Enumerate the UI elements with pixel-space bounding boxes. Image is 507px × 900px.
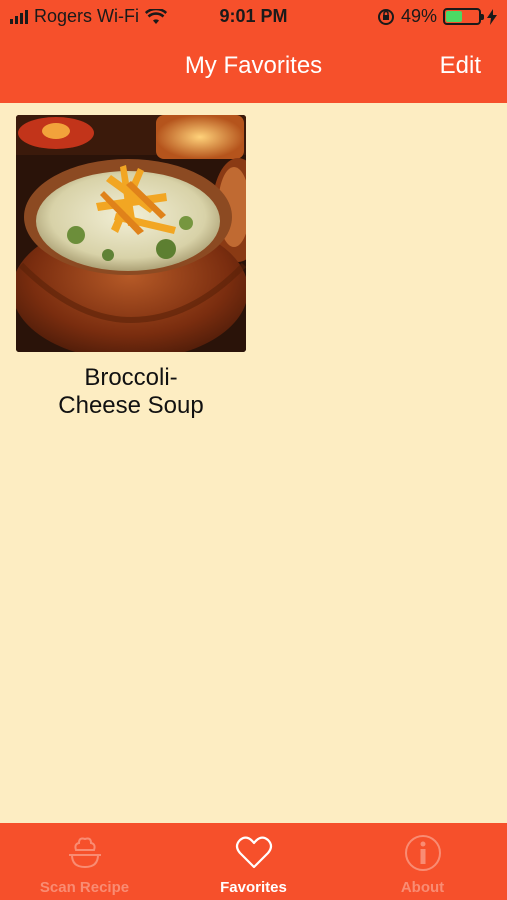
tab-bar: Scan Recipe Favorites About (0, 823, 507, 900)
page-title: My Favorites (184, 52, 323, 79)
tab-favorites[interactable]: Favorites (169, 823, 338, 900)
tab-label-about: About (400, 879, 445, 896)
nav-header: Rogers Wi-Fi 9:01 PM 49% My Favorites Ed… (0, 0, 507, 103)
favorites-grid: Broccoli-Cheese Soup (0, 103, 507, 823)
battery-icon (443, 8, 484, 25)
soup-bread-bowl-photo (16, 115, 246, 352)
info-icon (403, 833, 443, 873)
tab-label-scan-recipe: Scan Recipe (39, 879, 130, 896)
favorite-item[interactable]: Broccoli-Cheese Soup (16, 115, 246, 420)
edit-button[interactable]: Edit (440, 52, 481, 80)
chef-hat-icon (65, 833, 105, 873)
status-bar: Rogers Wi-Fi 9:01 PM 49% (0, 0, 507, 34)
battery-level (446, 11, 462, 22)
tab-label-favorites: Favorites (220, 879, 287, 896)
tab-about[interactable]: About (338, 823, 507, 900)
orientation-lock-icon (377, 8, 394, 25)
status-right: 49% (377, 6, 497, 27)
charging-icon (487, 8, 497, 25)
recipe-title: Broccoli-Cheese Soup (58, 364, 204, 419)
recipe-thumbnail (16, 115, 246, 352)
tab-scan-recipe[interactable]: Scan Recipe (0, 823, 169, 900)
heart-icon (234, 833, 274, 873)
battery-percent: 49% (400, 6, 437, 26)
